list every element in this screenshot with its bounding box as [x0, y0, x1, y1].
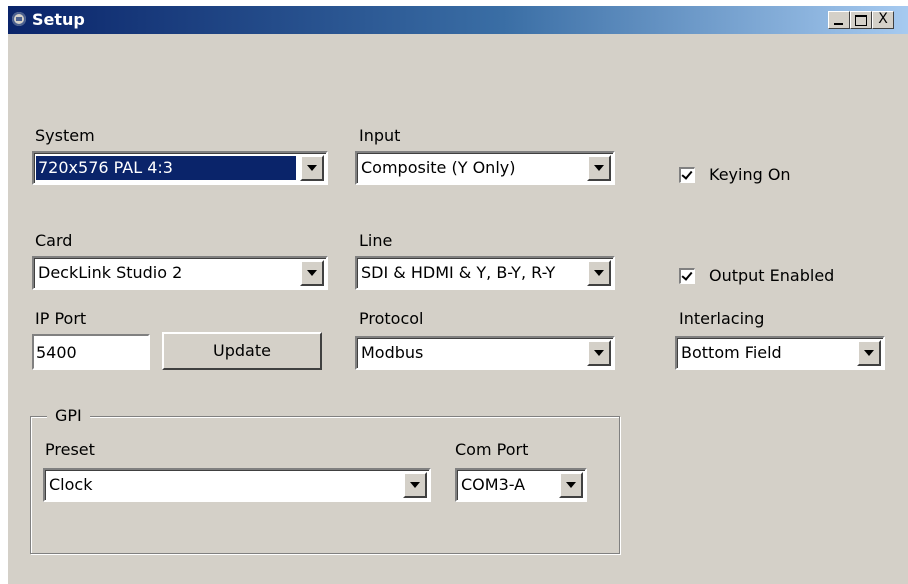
interlacing-dropdown[interactable]: Bottom Field [675, 336, 885, 370]
ip-port-field[interactable]: 5400 [32, 334, 150, 370]
preset-value: Clock [49, 475, 93, 494]
chevron-down-icon[interactable] [587, 155, 611, 181]
line-dropdown[interactable]: SDI & HDMI & Y, B-Y, R-Y [355, 256, 615, 290]
line-value: SDI & HDMI & Y, B-Y, R-Y [361, 263, 556, 282]
chevron-down-icon[interactable] [857, 340, 881, 366]
system-dropdown[interactable]: 720x576 PAL 4:3 [32, 151, 328, 185]
system-label: System [35, 126, 95, 145]
protocol-label: Protocol [359, 309, 424, 328]
interlacing-label: Interlacing [679, 309, 765, 328]
preset-label: Preset [45, 440, 95, 459]
input-value: Composite (Y Only) [361, 158, 516, 177]
update-button[interactable]: Update [162, 332, 322, 370]
com-port-value: COM3-A [461, 475, 526, 494]
card-value: DeckLink Studio 2 [38, 263, 183, 282]
setup-window: Setup X System 720x576 PAL 4:3 Input Com… [8, 6, 908, 584]
ip-port-label: IP Port [35, 309, 87, 328]
com-port-dropdown[interactable]: COM3-A [455, 468, 587, 502]
gpi-legend: GPI [47, 406, 90, 426]
preset-dropdown[interactable]: Clock [43, 468, 431, 502]
chevron-down-icon[interactable] [300, 260, 324, 286]
chevron-down-icon[interactable] [587, 340, 611, 366]
output-enabled-label[interactable]: Output Enabled [709, 266, 834, 286]
chevron-down-icon[interactable] [300, 155, 324, 181]
chevron-down-icon[interactable] [559, 472, 583, 498]
protocol-value: Modbus [361, 343, 424, 362]
maximize-button[interactable] [850, 11, 872, 29]
chevron-down-icon[interactable] [403, 472, 427, 498]
com-port-label: Com Port [455, 440, 529, 459]
ip-port-value: 5400 [36, 343, 77, 362]
keying-label[interactable]: Keying On [709, 165, 791, 185]
output-enabled-checkbox[interactable] [679, 268, 695, 284]
system-value: 720x576 PAL 4:3 [36, 156, 296, 180]
interlacing-value: Bottom Field [681, 343, 782, 362]
input-dropdown[interactable]: Composite (Y Only) [355, 151, 615, 185]
window-title: Setup [32, 10, 85, 29]
title-bar[interactable]: Setup X [8, 6, 908, 34]
keying-checkbox[interactable] [679, 167, 695, 183]
line-label: Line [359, 231, 393, 250]
card-dropdown[interactable]: DeckLink Studio 2 [32, 256, 328, 290]
app-circle-icon[interactable] [12, 12, 26, 26]
close-button[interactable]: X [872, 11, 894, 29]
card-label: Card [35, 231, 73, 250]
protocol-dropdown[interactable]: Modbus [355, 336, 615, 370]
minimize-button[interactable] [828, 11, 850, 29]
input-label: Input [359, 126, 401, 145]
chevron-down-icon[interactable] [587, 260, 611, 286]
